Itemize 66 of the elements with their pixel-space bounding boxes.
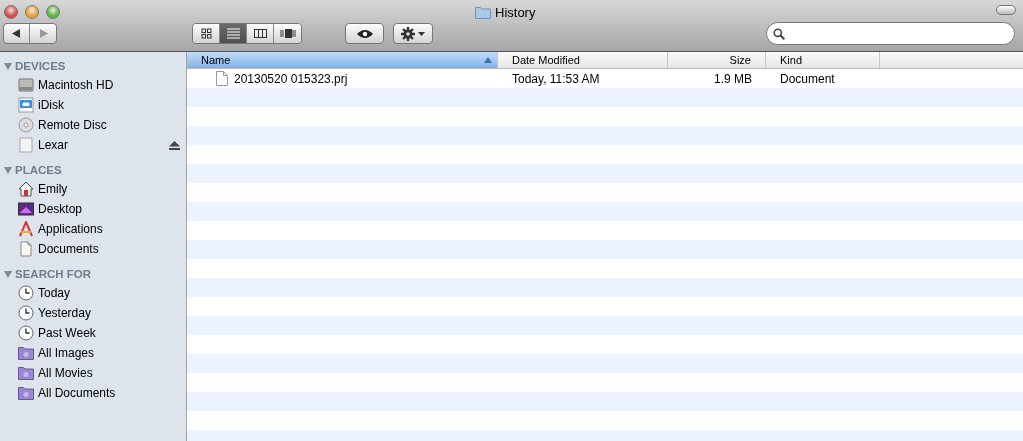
folder-icon <box>475 6 491 20</box>
table-cell: Document <box>780 71 835 86</box>
file-name[interactable]: 20130520 015323.prj <box>234 69 348 88</box>
desktop-icon <box>18 201 34 217</box>
document-icon <box>18 241 34 257</box>
forward-arrow-icon <box>38 29 48 38</box>
search-field[interactable] <box>766 22 1015 45</box>
cover-flow-button[interactable] <box>274 24 301 43</box>
applications-icon <box>18 221 34 237</box>
quick-look-button[interactable] <box>345 23 384 44</box>
drive-icon <box>18 137 34 153</box>
close-button[interactable] <box>4 5 18 19</box>
back-arrow-icon <box>12 29 21 38</box>
sidebar-item[interactable]: All Movies <box>0 363 186 383</box>
clock-icon <box>18 305 34 321</box>
column-header[interactable]: Name <box>187 52 498 68</box>
column-header[interactable]: Kind <box>766 52 880 68</box>
search-icon <box>773 27 785 40</box>
section-header: SEARCH FOR <box>15 266 92 282</box>
sidebar-item[interactable]: Remote Disc <box>0 115 186 135</box>
toolbar-toggle-button[interactable] <box>996 5 1016 15</box>
list-view-icon <box>226 28 240 39</box>
sidebar-item[interactable]: Applications <box>0 219 186 239</box>
sidebar-item[interactable]: All Documents <box>0 383 186 403</box>
disc-icon <box>18 117 34 133</box>
sort-ascending-icon <box>484 57 492 63</box>
smart-folder-icon <box>18 386 34 400</box>
icon-view-icon <box>200 28 212 39</box>
icon-view-button[interactable] <box>193 24 220 43</box>
section-header: PLACES <box>15 162 62 178</box>
table-cell: 1.9 MB <box>714 71 752 86</box>
action-menu-button[interactable] <box>393 23 433 44</box>
sidebar-item[interactable]: All Images <box>0 343 186 363</box>
section-header: DEVICES <box>15 58 66 74</box>
sidebar-item[interactable]: Desktop <box>0 199 186 219</box>
table-cell: Today, 11:53 AM <box>512 71 600 86</box>
smart-folder-icon <box>18 366 34 380</box>
smart-folder-icon <box>18 346 34 360</box>
gear-icon <box>401 26 415 41</box>
sidebar-item[interactable]: Emily <box>0 179 186 199</box>
cover-flow-icon <box>279 28 296 39</box>
disclosure-triangle-icon[interactable] <box>4 63 12 70</box>
window-title: History <box>495 4 536 22</box>
sidebar-item[interactable]: Yesterday <box>0 303 186 323</box>
sidebar-item[interactable]: Macintosh HD <box>0 75 186 95</box>
minimize-button[interactable] <box>25 5 39 19</box>
clock-icon <box>18 285 34 301</box>
column-header[interactable]: Size <box>668 52 766 68</box>
sidebar-item[interactable]: Documents <box>0 239 186 259</box>
sidebar-item[interactable]: Past Week <box>0 323 186 343</box>
list-view-button[interactable] <box>220 24 247 43</box>
column-view-button[interactable] <box>247 24 274 43</box>
sidebar-item[interactable]: iDisk <box>0 95 186 115</box>
eye-icon <box>356 28 373 39</box>
sidebar-item[interactable]: Today <box>0 283 186 303</box>
zoom-button[interactable] <box>46 5 60 19</box>
disclosure-triangle-icon[interactable] <box>4 167 12 174</box>
eject-icon[interactable] <box>169 140 180 150</box>
house-icon <box>18 181 34 197</box>
caret-icon <box>418 31 425 36</box>
column-header[interactable]: Date Modified <box>498 52 668 68</box>
column-view-icon <box>253 28 267 39</box>
clock-icon <box>18 325 34 341</box>
disclosure-triangle-icon[interactable] <box>4 271 12 278</box>
document-icon <box>216 71 228 86</box>
sidebar-item[interactable]: Lexar <box>0 135 186 155</box>
